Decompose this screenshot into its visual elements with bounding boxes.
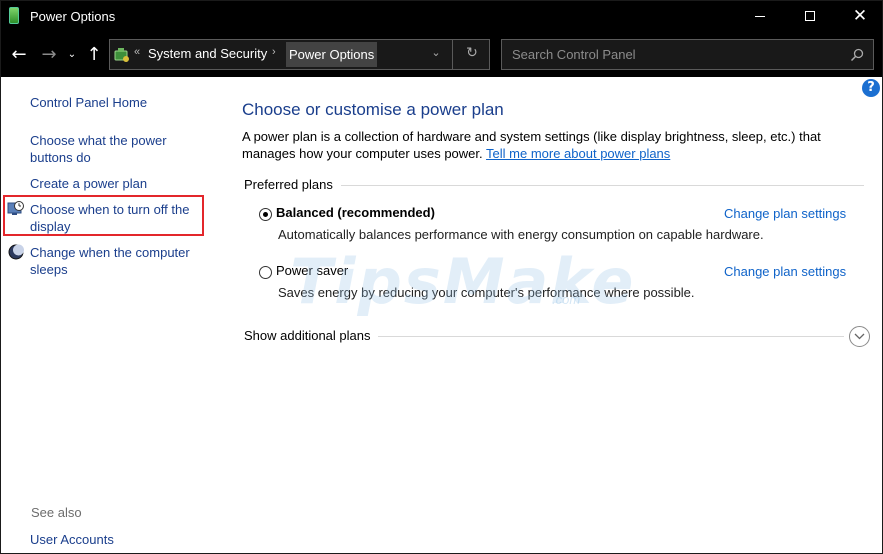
- address-bar[interactable]: « System and Security › Power Options ⌄ …: [109, 39, 490, 70]
- forward-button[interactable]: →: [36, 41, 62, 67]
- see-also-heading: See also: [31, 505, 82, 520]
- help-icon[interactable]: ?: [862, 79, 880, 97]
- sidebar: Control Panel Home Choose what the power…: [0, 77, 215, 554]
- page-description: A power plan is a collection of hardware…: [242, 128, 862, 162]
- power-battery-icon: [9, 7, 19, 24]
- user-accounts-link[interactable]: User Accounts: [30, 531, 205, 548]
- address-prefix: «: [134, 46, 141, 58]
- power-saver-radio[interactable]: [259, 266, 272, 279]
- sidebar-item-power-buttons[interactable]: Choose what the power buttons do: [30, 132, 205, 166]
- search-icon[interactable]: [849, 47, 865, 63]
- search-placeholder: Search Control Panel: [512, 47, 636, 62]
- sidebar-item-create-plan[interactable]: Create a power plan: [30, 175, 205, 192]
- minimize-button[interactable]: [737, 0, 783, 32]
- power-saver-plan-description: Saves energy by reducing your computer's…: [278, 285, 695, 300]
- balanced-plan-description: Automatically balances performance with …: [278, 227, 764, 242]
- maximize-button[interactable]: [787, 0, 833, 32]
- watermark: TipsMake: [290, 245, 636, 318]
- close-icon: ✕: [852, 5, 868, 26]
- control-panel-home-link[interactable]: Control Panel Home: [30, 94, 205, 111]
- learn-more-link[interactable]: Tell me more about power plans: [486, 146, 670, 161]
- up-button[interactable]: ↑: [82, 41, 106, 67]
- power-saver-change-settings-link[interactable]: Change plan settings: [724, 264, 846, 279]
- back-button[interactable]: ←: [6, 41, 32, 67]
- highlight-annotation: [3, 195, 204, 236]
- balanced-plan-name[interactable]: Balanced (recommended): [276, 205, 435, 220]
- moon-sleep-icon: [8, 244, 24, 260]
- power-saver-plan-name[interactable]: Power saver: [276, 263, 348, 278]
- breadcrumb-power-options[interactable]: Power Options: [286, 42, 378, 67]
- breadcrumb-system-and-security[interactable]: System and Security: [148, 46, 267, 61]
- search-input[interactable]: Search Control Panel: [501, 39, 874, 70]
- close-button[interactable]: ✕: [837, 0, 883, 32]
- page-title: Choose or customise a power plan: [242, 100, 504, 119]
- expand-additional-plans-button[interactable]: [849, 326, 870, 347]
- minimize-icon: [755, 15, 765, 17]
- maximize-icon: [805, 11, 815, 21]
- preferred-plans-heading: Preferred plans: [244, 177, 341, 192]
- control-panel-icon: [114, 48, 129, 62]
- title-bar: Power Options ✕: [0, 0, 883, 32]
- chevron-down-icon: [854, 333, 865, 340]
- show-additional-plans-label[interactable]: Show additional plans: [244, 328, 379, 343]
- breadcrumb-separator[interactable]: ›: [272, 46, 276, 58]
- balanced-change-settings-link[interactable]: Change plan settings: [724, 206, 846, 221]
- address-divider: [452, 40, 453, 69]
- window-title: Power Options: [30, 9, 116, 24]
- navigation-bar: ← → ⌄ ↑ « System and Security › Power Op…: [0, 32, 883, 77]
- balanced-radio[interactable]: [259, 208, 272, 221]
- address-dropdown-button[interactable]: ⌄: [426, 46, 446, 59]
- sidebar-item-computer-sleeps[interactable]: Change when the computer sleeps: [30, 244, 205, 278]
- refresh-button[interactable]: ↻: [460, 45, 484, 61]
- recent-locations-button[interactable]: ⌄: [64, 41, 80, 67]
